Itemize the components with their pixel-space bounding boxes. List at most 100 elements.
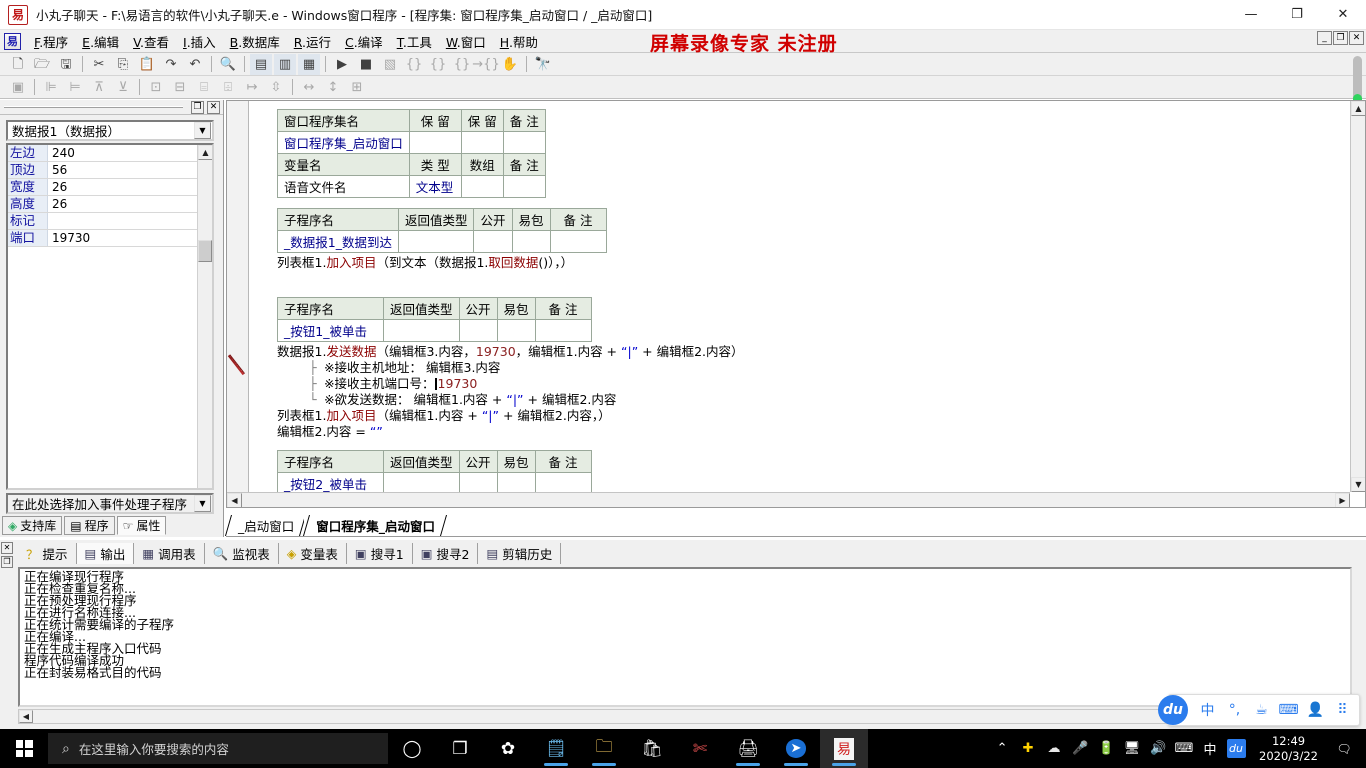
align-bottom-icon[interactable]: ⊻ (112, 77, 134, 98)
output-tab-3[interactable]: 🔍 监视表 (204, 543, 279, 564)
property-row[interactable]: 端口 19730 (8, 230, 212, 247)
app-browser-icon[interactable]: ➤ (772, 729, 820, 768)
code-horizontal-scrollbar[interactable]: ◀ ▶ (227, 492, 1350, 507)
property-value[interactable]: 240 (48, 145, 212, 161)
table-subroutine-datagram[interactable]: 子程序名 返回值类型 公开 易包 备 注 _数据报1_数据到达 (277, 208, 607, 253)
panel-close-button[interactable]: ✕ (207, 101, 220, 114)
battery-icon[interactable]: 🔋 (1093, 729, 1119, 768)
step-over-icon[interactable]: {} (427, 54, 449, 75)
output-tab-1[interactable]: ▤ 输出 (76, 543, 135, 564)
table-subroutine-button2[interactable]: 子程序名 返回值类型 公开 易包 备 注 _按钮2_被单击 (277, 450, 592, 495)
microsoft-store-icon[interactable]: 🛍 (628, 729, 676, 768)
tab-properties[interactable]: ☞ 属性 (116, 516, 167, 535)
align-left-icon[interactable]: ⊫ (40, 77, 62, 98)
doc-tab-window-program-set[interactable]: 窗口程序集_启动窗口 (304, 515, 446, 536)
table-subroutine-button1[interactable]: 子程序名 返回值类型 公开 易包 备 注 _按钮1_被单击 (277, 297, 592, 342)
keyboard-icon[interactable]: ⌨ (1275, 695, 1302, 725)
output-tab-6[interactable]: ▣ 搜寻2 (412, 543, 479, 564)
stop-icon[interactable]: ■ (355, 54, 377, 75)
redo-icon[interactable]: ↷ (160, 54, 182, 75)
mdi-minimize-button[interactable]: _ (1317, 31, 1332, 45)
start-button[interactable] (0, 729, 48, 768)
doc-tab-start-window[interactable]: _启动窗口 (226, 515, 305, 536)
debug-window-icon[interactable]: ▧ (379, 54, 401, 75)
scroll-down-button[interactable]: ▼ (1351, 477, 1365, 492)
keyboard-layout-icon[interactable]: ⌨ (1171, 729, 1197, 768)
mdi-close-button[interactable]: ✕ (1349, 31, 1364, 45)
space-horizontal-icon[interactable]: ⌸ (193, 77, 215, 98)
chevron-down-icon[interactable]: ▼ (194, 495, 211, 512)
new-file-icon[interactable]: 🗋 (7, 54, 29, 75)
ime-floating-toolbar[interactable]: du 中 °, ☕ ⌨ 👤 ⠿ (1158, 694, 1360, 726)
event-handler-selector[interactable]: 在此处选择加入事件处理子程序 ▼ (6, 493, 214, 514)
search-binoculars-icon[interactable]: 🔭 (532, 54, 554, 75)
code-line-param-address[interactable]: ├ ※接收主机地址： 编辑框3.内容 (265, 360, 1365, 376)
code-line-param-payload[interactable]: └ ※欲发送数据： 编辑框1.内容 + “|” + 编辑框2.内容 (265, 392, 1365, 408)
menu-item-8[interactable]: W.窗口 (439, 30, 493, 53)
baidu-ime-icon[interactable]: du (1223, 729, 1249, 768)
code-vertical-scrollbar[interactable]: ▲ ▼ (1350, 101, 1365, 492)
toolbox-icon[interactable]: ☕ (1248, 695, 1275, 725)
code-line-add-item[interactable]: 列表框1.加入项目（到文本（数据报1.取回数据()），） (265, 255, 1365, 271)
property-value[interactable]: 56 (48, 162, 212, 178)
size-width-icon[interactable]: ↔ (298, 77, 320, 98)
network-icon[interactable]: 🖥 (1119, 729, 1145, 768)
run-to-cursor-icon[interactable]: →{} (472, 54, 499, 75)
undo-icon[interactable]: ↶ (184, 54, 206, 75)
app-printer-icon[interactable]: 🖨 (724, 729, 772, 768)
menu-item-2[interactable]: V.查看 (126, 30, 176, 53)
run-icon[interactable]: ▶ (331, 54, 353, 75)
property-value[interactable]: 26 (48, 179, 212, 195)
app-snip-icon[interactable]: ✄ (676, 729, 724, 768)
show-hidden-icons[interactable]: ⌃ (989, 729, 1015, 768)
step-out-icon[interactable]: {} (451, 54, 473, 75)
volume-icon[interactable]: 🔊 (1145, 729, 1171, 768)
center-vertical-icon[interactable]: ⊟ (169, 77, 191, 98)
scroll-up-button[interactable]: ▲ (1351, 101, 1365, 116)
form-icon[interactable]: ▣ (7, 77, 29, 98)
output-tab-7[interactable]: ▤ 剪辑历史 (478, 543, 562, 564)
onedrive-cloud-icon[interactable]: ☁ (1041, 729, 1067, 768)
cut-icon[interactable]: ✂ (88, 54, 110, 75)
menu-item-5[interactable]: R.运行 (287, 30, 338, 53)
chinese-mode-icon[interactable]: 中 (1194, 695, 1221, 725)
code-line-param-port[interactable]: ├ ※接收主机端口号： 19730 (265, 376, 1365, 392)
scrollbar-thumb[interactable] (198, 240, 212, 262)
menu-item-6[interactable]: C.编译 (338, 30, 390, 53)
align-right-icon[interactable]: ⊨ (64, 77, 86, 98)
tab-support-library[interactable]: ◈ 支持库 (2, 516, 63, 535)
property-value[interactable] (48, 213, 212, 229)
scroll-right-button[interactable]: ▶ (1335, 493, 1350, 507)
output-restore-button[interactable]: ❐ (1, 556, 13, 568)
code-line-add-item-2[interactable]: 列表框1.加入项目（编辑框1.内容 + “|” + 编辑框2.内容，） (265, 408, 1365, 424)
code-line-clear-edit2[interactable]: 编辑框2.内容 = “” (265, 424, 1365, 440)
layout-top-icon[interactable]: ▥ (274, 53, 296, 75)
paste-icon[interactable]: 📋 (136, 54, 158, 75)
code-editor[interactable]: ▸▸ 窗口程序集名 保 留 保 留 备 注 窗口程序集_启动窗口 变量名 (226, 100, 1366, 508)
property-row[interactable]: 宽度 26 (8, 179, 212, 196)
mdi-restore-button[interactable]: ❐ (1333, 31, 1348, 45)
find-icon[interactable]: 🔍 (217, 54, 239, 75)
punctuation-icon[interactable]: °, (1221, 695, 1248, 725)
tab-program[interactable]: ▤ 程序 (64, 516, 115, 535)
properties-scrollbar[interactable]: ▲ (197, 145, 212, 488)
notification-center-icon[interactable]: 🗨 (1328, 729, 1360, 768)
same-width-icon[interactable]: ↦ (241, 77, 263, 98)
chevron-down-icon[interactable]: ▼ (194, 122, 211, 139)
output-log[interactable]: 正在编译现行程序 正在检查重复名称... 正在预处理现行程序 正在进行名称连接... 正… (18, 567, 1352, 707)
table-row[interactable]: 窗口程序集_启动窗口 (277, 131, 546, 154)
table-row[interactable]: _按钮1_被单击 (277, 319, 592, 342)
menu-item-4[interactable]: B.数据库 (223, 30, 287, 53)
property-row[interactable]: 顶边 56 (8, 162, 212, 179)
app-fan-icon[interactable]: ✿ (484, 729, 532, 768)
step-into-icon[interactable]: {} (403, 54, 425, 75)
maximize-button[interactable]: ❐ (1274, 0, 1320, 30)
scroll-left-button[interactable]: ◀ (227, 493, 242, 507)
menu-item-9[interactable]: H.帮助 (493, 30, 545, 53)
table-row[interactable]: 语音文件名 文本型 (277, 175, 546, 198)
ime-chinese-icon[interactable]: 中 (1197, 729, 1223, 768)
align-top-icon[interactable]: ⊼ (88, 77, 110, 98)
output-tab-2[interactable]: ▦ 调用表 (134, 543, 205, 564)
layout-split-icon[interactable]: ▦ (298, 53, 320, 75)
task-view-icon[interactable]: ❐ (436, 729, 484, 768)
